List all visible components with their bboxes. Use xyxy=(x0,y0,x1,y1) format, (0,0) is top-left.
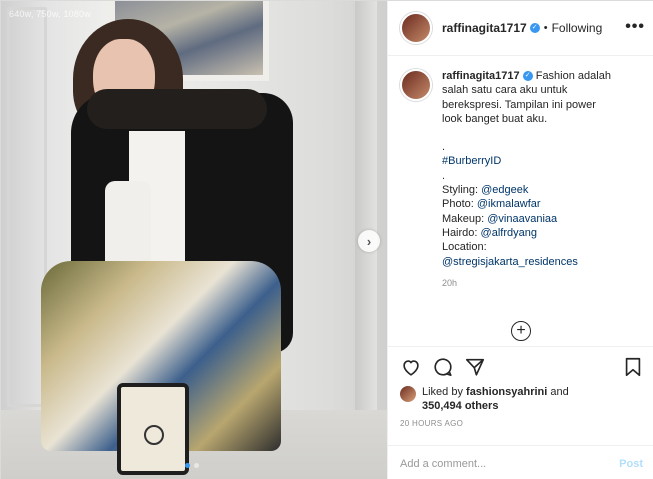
caption-text: raffinagita1717 ✓ Fashion adalah salah sa… xyxy=(442,69,611,290)
mention-link[interactable]: @ikmalawfar xyxy=(477,198,541,210)
mention-link[interactable]: @vinaavaniaa xyxy=(487,213,557,225)
caption-username[interactable]: raffinagita1717 xyxy=(442,70,520,82)
liked-by-text: Liked by fashionsyahrini and 350,494 oth… xyxy=(422,385,569,413)
mention-link[interactable]: @edgeek xyxy=(481,184,528,196)
post-comment-button[interactable]: Post xyxy=(619,458,643,470)
liked-by-prefix: Liked by xyxy=(422,386,467,398)
caption-line: look banget buat aku. xyxy=(442,112,548,125)
caption-line: berekspresi. Tampilan ini power xyxy=(442,98,596,111)
heart-icon[interactable] xyxy=(400,356,422,378)
carousel-dot-active xyxy=(185,463,190,468)
caption-line: Fashion adalah xyxy=(535,70,611,82)
mention-link[interactable]: @alfrdyang xyxy=(481,227,537,239)
instagram-post: 640w, 750w, 1080w › raffinagita1717 ✓ • … xyxy=(0,0,653,479)
caption-first-line: raffinagita1717 ✓ Fashion adalah xyxy=(442,69,611,83)
credit-hairdo: Hairdo: @alfrdyang xyxy=(442,226,611,240)
handbag-logo xyxy=(144,425,164,445)
post-photo[interactable]: 640w, 750w, 1080w xyxy=(1,1,387,479)
bookmark-icon[interactable] xyxy=(622,356,644,378)
credit-label: Styling: xyxy=(442,184,482,197)
post-header: raffinagita1717 ✓ • Following ••• xyxy=(388,1,653,56)
jacket-fur-collar xyxy=(87,89,267,129)
comment-bar: Post xyxy=(388,445,653,479)
action-icons xyxy=(400,356,644,378)
verified-badge-icon: ✓ xyxy=(522,71,533,82)
comment-icon[interactable] xyxy=(432,356,454,378)
post-date[interactable]: 20 HOURS AGO xyxy=(400,419,463,428)
post-caption: raffinagita1717 ✓ Fashion adalah salah sa… xyxy=(400,69,644,290)
post-side-panel: raffinagita1717 ✓ • Following ••• raffin… xyxy=(387,1,653,479)
following-button[interactable]: Following xyxy=(552,21,603,35)
header-separator: • xyxy=(543,22,548,34)
more-options-icon[interactable]: ••• xyxy=(625,19,645,35)
liker-avatar[interactable] xyxy=(400,386,416,402)
carousel-dot xyxy=(194,463,199,468)
avatar[interactable] xyxy=(400,12,432,44)
credit-label: Photo: xyxy=(442,198,477,211)
comment-input[interactable] xyxy=(400,457,620,470)
credit-location-label: Location: xyxy=(442,241,487,254)
credit-photo: Photo: @ikmalawfar xyxy=(442,197,611,211)
credit-makeup: Makeup: @vinaavaniaa xyxy=(442,212,611,226)
carousel-indicator xyxy=(185,463,199,468)
hashtag-link[interactable]: #BurberryID xyxy=(442,154,611,168)
caption-time-ago[interactable]: 20h xyxy=(442,276,611,290)
load-more-comments-icon[interactable]: + xyxy=(511,321,531,341)
chevron-right-icon: › xyxy=(366,233,372,249)
liked-count[interactable]: 350,494 others xyxy=(422,400,498,412)
credit-styling: Styling: @edgeek xyxy=(442,183,611,197)
verified-badge-icon: ✓ xyxy=(529,23,540,33)
post-actions: Liked by fashionsyahrini and 350,494 oth… xyxy=(388,346,653,479)
header-username[interactable]: raffinagita1717 xyxy=(442,21,527,35)
caption-dot: . xyxy=(442,169,446,182)
credit-label: Makeup: xyxy=(442,212,488,225)
image-watermark: 640w, 750w, 1080w xyxy=(9,9,91,19)
liked-by: Liked by fashionsyahrini and 350,494 oth… xyxy=(400,385,644,413)
share-icon[interactable] xyxy=(464,356,486,378)
credit-label: Hairdo: xyxy=(442,226,481,239)
mention-link[interactable]: @stregisjakarta_residences xyxy=(442,255,611,269)
carousel-next-button[interactable]: › xyxy=(358,230,380,252)
caption-line: salah satu cara aku untuk xyxy=(442,84,568,97)
caption-dot: . xyxy=(442,141,446,154)
caption-avatar[interactable] xyxy=(400,69,432,101)
liked-by-and: and xyxy=(547,386,569,398)
liked-by-user[interactable]: fashionsyahrini xyxy=(466,386,547,398)
